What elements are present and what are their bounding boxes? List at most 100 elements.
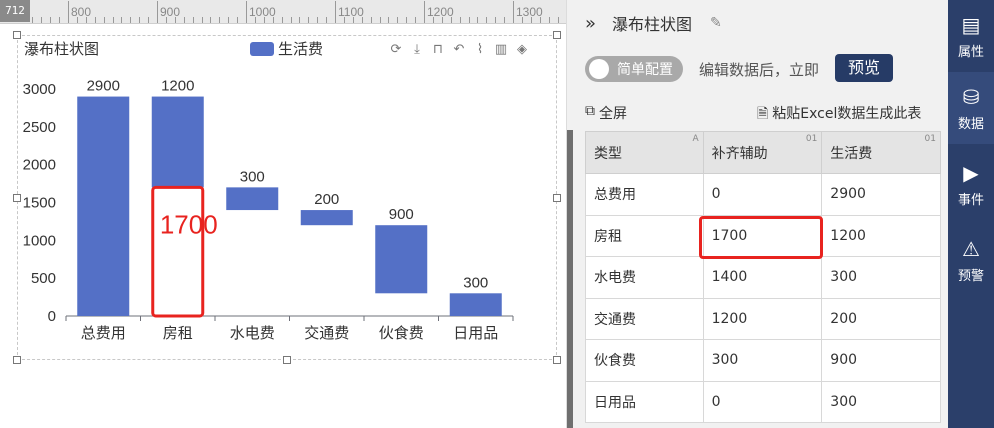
ruler-minor-tick	[495, 17, 497, 23]
table-row: 水电费 1400 300	[585, 256, 941, 299]
table-cell[interactable]: 伙食费	[585, 339, 704, 382]
data-table: 类型 A 补齐辅助 01 生活费 01 总费用 0 2900 房租 1700 1200 水电…	[585, 131, 941, 423]
bar	[300, 210, 353, 226]
preview-hint: 编辑数据后，立即	[699, 61, 820, 79]
table-cell[interactable]: 日用品	[585, 380, 704, 423]
ruler-minor-tick	[94, 17, 96, 23]
table-cell[interactable]: 2900	[821, 173, 941, 216]
ruler-minor-tick	[335, 17, 336, 23]
edit-pencil-icon[interactable]: ✎	[710, 15, 722, 31]
ruler-minor-tick	[441, 17, 443, 23]
simple-config-toggle[interactable]: 简单配置	[585, 56, 683, 82]
ruler-minor-tick	[459, 17, 461, 23]
table-row: 总费用 0 2900	[585, 173, 941, 216]
table-cell[interactable]: 300	[821, 380, 941, 423]
x-tick-label: 交通费	[304, 324, 349, 342]
ruler-label: 1000	[249, 5, 276, 19]
table-cell[interactable]: 房租	[585, 214, 704, 257]
zoom-select-icon[interactable]: ⊓	[430, 42, 446, 58]
fullscreen-button[interactable]: ⧉ 全屏	[585, 103, 627, 123]
waterfall-chart-svg: 0 500 1000 1500 2000 2500 3000 总费用 2900 房租 1200 170…	[23, 78, 514, 342]
ruler-minor-tick	[317, 17, 319, 23]
design-canvas[interactable]: 0 500 1000 1500 2000 2500 3000 总费用 2900 房租 1200 170…	[0, 24, 566, 428]
column-header-type[interactable]: 类型 A	[585, 131, 704, 174]
horizontal-ruler: 712 800 900 1000 1100 1200 1300	[0, 0, 566, 24]
table-cell[interactable]: 200	[821, 297, 941, 340]
helper-value-annotation: 1700	[160, 209, 218, 239]
properties-icon: ▤	[961, 12, 981, 37]
ruler-minor-tick	[228, 17, 230, 23]
sidebar-item-properties[interactable]: ▤ 属性	[948, 0, 994, 72]
ruler-label: 800	[71, 5, 92, 19]
table-cell[interactable]: 总费用	[585, 173, 704, 216]
zoom-back-icon[interactable]: ↶	[451, 42, 467, 58]
column-header-filler[interactable]: 补齐辅助 01	[702, 131, 823, 174]
ruler-minor-tick	[424, 17, 425, 23]
collapse-icon[interactable]: »	[585, 13, 596, 34]
paste-excel-button[interactable]: 🗎 粘贴Excel数据生成此表	[757, 103, 921, 127]
ruler-minor-tick	[397, 17, 399, 23]
ruler-minor-tick	[308, 17, 310, 23]
toggle-knob	[589, 59, 609, 79]
download-icon[interactable]: ⤓	[409, 42, 425, 58]
bar	[226, 187, 279, 211]
table-cell[interactable]: 1700	[702, 214, 823, 257]
table-cell[interactable]: 交通费	[585, 297, 704, 340]
ruler-position-badge: 712	[0, 0, 30, 22]
ruler-minor-tick	[548, 17, 550, 23]
ruler-minor-tick	[139, 17, 141, 23]
column-header-living-cost[interactable]: 生活费 01	[821, 131, 941, 174]
ruler-minor-tick	[370, 17, 372, 23]
sidebar-item-data[interactable]: ⛁ 数据	[948, 72, 994, 144]
table-cell[interactable]: 900	[821, 339, 941, 382]
ruler-minor-tick	[183, 17, 185, 23]
ruler-minor-tick	[112, 17, 114, 23]
table-cell[interactable]: 0	[702, 380, 823, 423]
table-row: 伙食费 300 900	[585, 339, 941, 382]
legend-swatch	[250, 41, 274, 56]
ruler-minor-tick	[237, 17, 239, 23]
toggle-label: 简单配置	[617, 62, 673, 78]
ruler-minor-tick	[415, 17, 417, 23]
ruler-minor-tick	[59, 17, 61, 23]
table-cell[interactable]: 水电费	[585, 256, 704, 299]
table-cell[interactable]: 300	[821, 256, 941, 299]
line-chart-icon[interactable]: ⌇	[472, 42, 488, 58]
app-root: 712 800 900 1000 1100 1200 1300 0 500 1000 1500 2…	[0, 0, 994, 428]
bar	[375, 225, 428, 294]
number-type-icon: 01	[805, 134, 818, 144]
text-type-icon: A	[692, 134, 699, 144]
bar	[77, 96, 130, 316]
ruler-minor-tick	[85, 17, 87, 23]
sidebar-item-events[interactable]: ▶ 事件	[948, 148, 994, 220]
y-tick-label: 3000	[23, 81, 56, 98]
data-label: 300	[463, 274, 488, 291]
y-tick-label: 500	[31, 270, 56, 287]
y-tick-label: 2000	[23, 157, 56, 174]
table-cell[interactable]: 300	[702, 339, 823, 382]
preview-button[interactable]: 预览	[835, 54, 893, 82]
table-cell[interactable]: 0	[702, 173, 823, 216]
x-tick-label: 伙食费	[379, 324, 424, 342]
stack-icon[interactable]: ◈	[514, 42, 530, 58]
table-cell[interactable]: 1200	[821, 214, 941, 257]
panel-scrollbar[interactable]	[567, 130, 573, 428]
chart-legend[interactable]: 生活费	[250, 38, 323, 59]
y-tick-label: 2500	[23, 119, 56, 136]
ruler-minor-tick	[103, 17, 105, 23]
ruler-minor-tick	[486, 17, 488, 23]
sidebar-item-alarm[interactable]: ⚠ 预警	[948, 224, 994, 296]
x-tick-label: 总费用	[81, 324, 126, 342]
number-type-icon: 01	[924, 134, 936, 144]
ruler-minor-tick	[148, 17, 150, 23]
bar-chart-icon[interactable]: ▥	[493, 42, 509, 58]
ruler-minor-tick	[343, 17, 345, 23]
table-cell[interactable]: 1400	[702, 256, 823, 299]
ruler-minor-tick	[281, 17, 283, 23]
table-cell[interactable]: 1200	[702, 297, 823, 340]
ruler-minor-tick	[121, 17, 123, 23]
chart-plot: 0 500 1000 1500 2000 2500 3000 总费用 2900 房租 1200 170…	[0, 24, 566, 428]
restore-icon[interactable]: ⟳	[388, 42, 404, 58]
chart-toolbox: ⟳ ⤓ ⊓ ↶ ⌇ ▥ ◈	[388, 42, 530, 58]
excel-file-icon: 🗎	[757, 106, 769, 122]
